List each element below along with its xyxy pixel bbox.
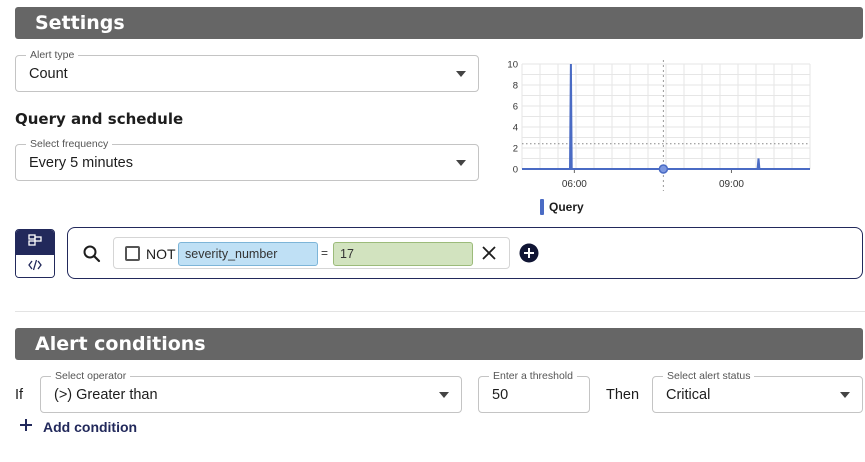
filter-operator: = [321,246,329,260]
y-tick-label: 8 [513,81,518,92]
status-value: Critical [666,386,711,403]
y-tick-label: 2 [513,144,518,155]
alert-status-select[interactable]: Select alert status Critical [652,369,863,413]
status-legend: Select alert status [663,369,755,383]
close-icon[interactable] [481,245,497,266]
operator-legend: Select operator [51,369,131,383]
y-tick-label: 0 [513,165,518,176]
legend-label-query: Query [549,200,584,214]
threshold-legend: Enter a threshold [489,369,577,383]
hover-point-marker [658,164,669,174]
legend-swatch-query [540,199,544,215]
filter-pill[interactable]: NOT severity_number = 17 [113,237,510,269]
frequency-select[interactable]: Select frequency Every 5 minutes [15,137,479,181]
not-checkbox[interactable] [125,246,140,261]
add-filter-icon[interactable] [519,243,539,268]
chevron-down-icon [840,391,850,398]
query-bar: NOT severity_number = 17 [67,227,863,279]
y-tick-label: 6 [513,102,518,113]
section-divider [15,311,865,312]
search-icon [82,244,102,269]
alert-conditions-title: Alert conditions [35,333,206,355]
chevron-down-icon [439,391,449,398]
threshold-input[interactable]: Enter a threshold 50 [478,369,590,413]
y-tick-label: 10 [507,60,518,71]
x-tick-label: 09:00 [719,179,744,190]
frequency-legend: Select frequency [26,137,113,151]
query-schedule-heading: Query and schedule [15,110,184,128]
code-editor-button[interactable] [16,254,54,277]
frequency-value: Every 5 minutes [29,154,133,171]
alert-type-select[interactable]: Alert type Count [15,48,479,92]
settings-header: Settings [15,7,863,39]
settings-title: Settings [35,12,125,34]
add-condition-button[interactable]: Add condition [19,418,137,435]
if-label: If [15,387,24,403]
not-label: NOT [146,246,176,262]
preview-chart-svg: 0 2 4 6 8 10 06:00 09:00 Query [507,60,811,215]
chevron-down-icon [456,70,466,77]
alert-type-value: Count [29,65,68,82]
then-label: Then [606,387,640,403]
chevron-down-icon [456,159,466,166]
filter-field-name[interactable]: severity_number [178,242,318,266]
plus-icon [19,418,33,435]
filter-field-value[interactable]: 17 [333,242,473,266]
alert-type-legend: Alert type [26,48,79,62]
code-icon [28,258,42,276]
query-mode-toggle [15,229,55,278]
operator-value: (>) Greater than [54,386,158,403]
visual-builder-button[interactable] [16,230,54,254]
preview-chart: 0 2 4 6 8 10 06:00 09:00 Query [500,52,820,222]
alert-conditions-header: Alert conditions [15,328,863,360]
add-condition-label: Add condition [43,418,138,435]
x-tick-label: 06:00 [562,179,587,190]
y-tick-label: 4 [513,123,518,134]
threshold-value: 50 [492,386,509,403]
operator-select[interactable]: Select operator (>) Greater than [40,369,462,413]
visual-builder-icon [28,233,42,251]
